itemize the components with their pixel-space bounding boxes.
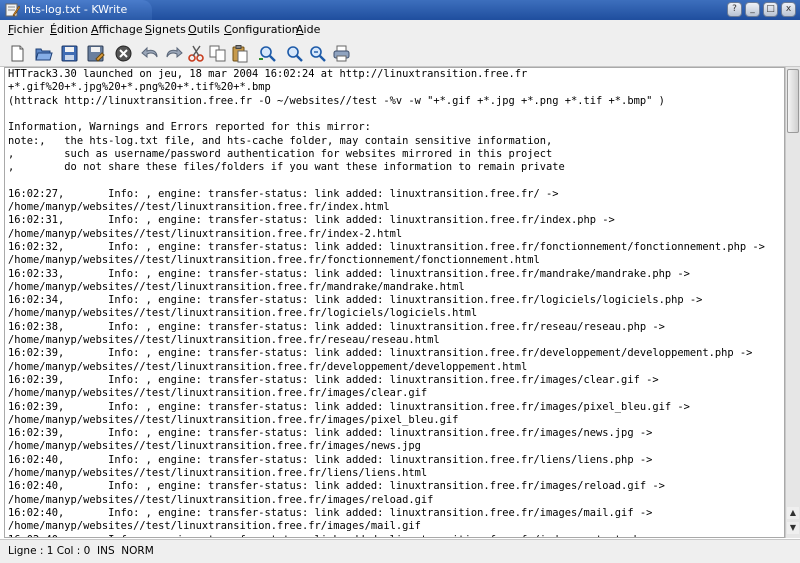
redo-icon[interactable]: [164, 44, 183, 63]
replace-icon[interactable]: [308, 44, 327, 63]
document-line: 16:02:33, Info: , engine: transfer-statu…: [8, 267, 690, 280]
status-bar: Ligne : 1 Col : 0 INS NORM: [0, 539, 800, 563]
menu-outils[interactable]: Outils: [188, 23, 220, 36]
menu-label: ide: [303, 23, 321, 36]
kwrite-app-icon[interactable]: [4, 2, 20, 18]
paste-icon[interactable]: [230, 44, 249, 63]
cut-icon[interactable]: [187, 44, 206, 63]
menu-edition[interactable]: Édition: [50, 23, 88, 36]
document-line: , do not share these files/folders if yo…: [8, 161, 565, 174]
document-line: /home/manyp/websites//test/linuxtransiti…: [8, 307, 478, 320]
save-icon[interactable]: [60, 44, 79, 63]
document-line: /home/manyp/websites//test/linuxtransiti…: [8, 520, 421, 533]
menu-label: utils: [196, 23, 220, 36]
document-line: 16:02:39, Info: , engine: transfer-statu…: [8, 373, 659, 386]
print-icon[interactable]: [332, 44, 351, 63]
menu-label: ffichage: [98, 23, 143, 36]
document-line: , such as username/password authenticati…: [8, 147, 553, 160]
menu-label: ichier: [13, 23, 44, 36]
scrollbar-thumb[interactable]: [787, 69, 799, 133]
menu-accel: A: [91, 23, 99, 36]
copy-icon[interactable]: [208, 44, 227, 63]
document-line: 16:02:40, Info: , engine: transfer-statu…: [8, 534, 665, 538]
document-line: 16:02:40, Info: , engine: transfer-statu…: [8, 480, 665, 493]
document-line: /home/manyp/websites//test/linuxtransiti…: [8, 493, 434, 506]
document-line: /home/manyp/websites//test/linuxtransiti…: [8, 467, 428, 479]
open-folder-icon[interactable]: [34, 44, 53, 63]
document-line: +*.gif%20+*.jpg%20+*.png%20+*.tif%20+*.b…: [8, 81, 271, 94]
document-line: /home/manyp/websites//test/linuxtransiti…: [8, 280, 465, 293]
document-line: /home/manyp/websites//test/linuxtransiti…: [8, 201, 390, 213]
menu-configuration[interactable]: Configuration: [224, 23, 299, 36]
menu-fichier[interactable]: Fichier: [8, 23, 44, 36]
find-next-icon[interactable]: [285, 44, 304, 63]
document-line: note:, the hts-log.txt file, and hts-cac…: [8, 134, 553, 147]
document-line: 16:02:32, Info: , engine: transfer-statu…: [8, 240, 765, 253]
menu-accel: É: [50, 23, 57, 36]
menu-accel: S: [145, 23, 152, 36]
close-button[interactable]: x: [781, 2, 796, 17]
document-line: /home/manyp/websites//test/linuxtransiti…: [8, 334, 440, 346]
menu-accel: A: [296, 23, 304, 36]
document-line: 16:02:38, Info: , engine: transfer-statu…: [8, 320, 665, 333]
document-line: /home/manyp/websites//test/linuxtransiti…: [8, 227, 403, 240]
undo-icon[interactable]: [141, 44, 160, 63]
text-editor[interactable]: HTTrack3.30 launched on jeu, 18 mar 2004…: [4, 67, 785, 538]
menu-aide[interactable]: Aide: [296, 23, 320, 36]
document-line: 16:02:40, Info: , engine: transfer-statu…: [8, 506, 653, 519]
document-line: 16:02:31, Info: , engine: transfer-statu…: [8, 214, 615, 227]
save-as-icon[interactable]: [86, 44, 105, 63]
document-line: 16:02:39, Info: , engine: transfer-statu…: [8, 347, 753, 360]
document-line: /home/manyp/websites//test/linuxtransiti…: [8, 254, 540, 267]
menu-accel: O: [188, 23, 197, 36]
document-line: /home/manyp/websites//test/linuxtransiti…: [8, 387, 428, 400]
document-line: 16:02:27, Info: , engine: transfer-statu…: [8, 187, 559, 200]
document-line: 16:02:40, Info: , engine: transfer-statu…: [8, 453, 653, 466]
menu-signets[interactable]: Signets: [145, 23, 186, 36]
document-line: /home/manyp/websites//test/linuxtransiti…: [8, 360, 528, 373]
window-title: hts-log.txt - KWrite: [24, 3, 128, 16]
title-bar[interactable]: hts-log.txt - KWrite ? _ □ x: [0, 0, 800, 20]
menu-bar: Fichier Édition Affichage Signets Outils…: [0, 20, 800, 42]
document-line: /home/manyp/websites//test/linuxtransiti…: [8, 440, 421, 453]
close-document-icon[interactable]: [114, 44, 133, 63]
minimize-button[interactable]: _: [745, 2, 760, 17]
menu-label: dition: [56, 23, 89, 36]
maximize-button[interactable]: □: [763, 2, 778, 17]
menu-label: onfiguration: [231, 23, 299, 36]
cursor-position-status: Ligne : 1 Col : 0 INS NORM: [8, 545, 154, 557]
document-line: 16:02:39, Info: , engine: transfer-statu…: [8, 400, 690, 413]
help-button[interactable]: ?: [727, 2, 742, 17]
document-line: (httrack http://linuxtransition.free.fr …: [8, 94, 665, 107]
document-line: HTTrack3.30 launched on jeu, 18 mar 2004…: [8, 68, 528, 80]
scroll-down-arrow-icon[interactable]: ▼: [787, 522, 799, 534]
document-line: 16:02:39, Info: , engine: transfer-statu…: [8, 427, 653, 440]
toolbar: [0, 42, 800, 67]
menu-accel: C: [224, 23, 232, 36]
document-line: Information, Warnings and Errors reporte…: [8, 121, 371, 134]
new-document-icon[interactable]: [8, 44, 27, 63]
document-line: 16:02:34, Info: , engine: transfer-statu…: [8, 294, 703, 307]
menu-label: ignets: [151, 23, 186, 36]
menu-affichage[interactable]: Affichage: [91, 23, 143, 36]
find-icon[interactable]: [258, 44, 277, 63]
vertical-scrollbar[interactable]: ▲ ▼: [785, 67, 800, 538]
document-line: /home/manyp/websites//test/linuxtransiti…: [8, 413, 459, 426]
scroll-up-arrow-icon[interactable]: ▲: [787, 507, 799, 519]
